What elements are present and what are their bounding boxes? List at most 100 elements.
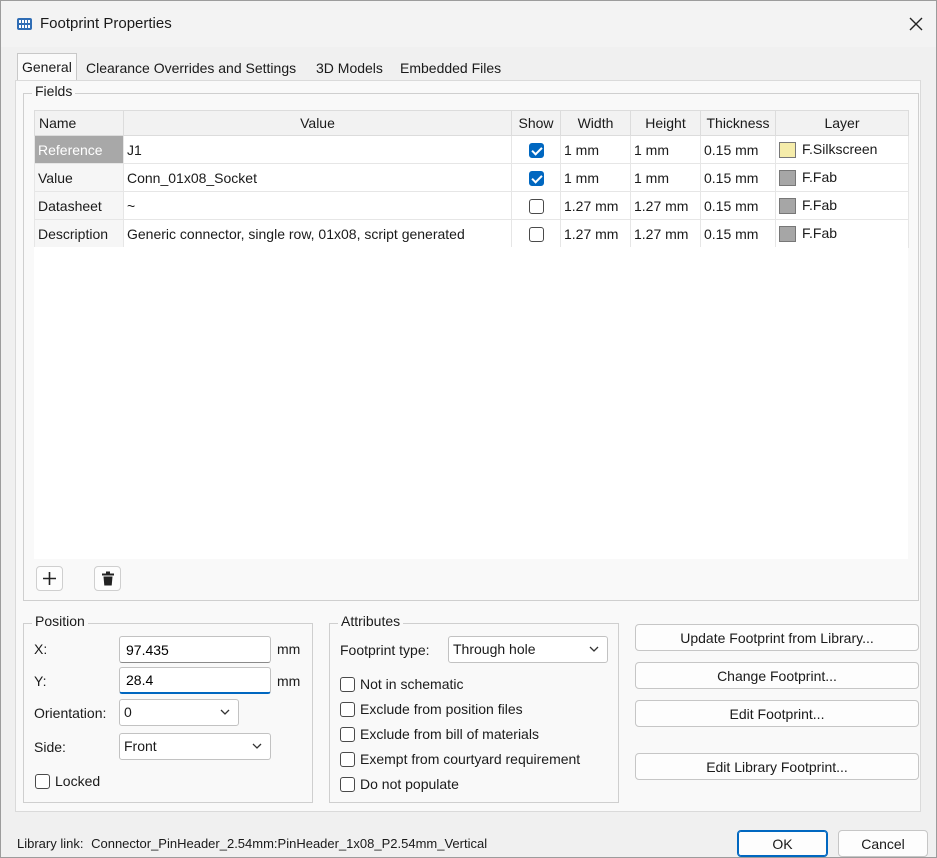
exclude-position-files-row[interactable]: Exclude from position files — [340, 701, 523, 717]
tab-3d-models[interactable]: 3D Models — [311, 55, 388, 81]
column-header-value[interactable]: Value — [123, 110, 512, 136]
row-height-cell[interactable]: 1.27 mm — [630, 219, 701, 248]
column-header-height[interactable]: Height — [630, 110, 701, 136]
orientation-combo[interactable]: 0 — [119, 699, 239, 726]
row-layer-cell[interactable]: F.Fab — [775, 191, 909, 220]
exclude-bom-checkbox[interactable] — [340, 726, 355, 742]
footprint-type-combo[interactable]: Through hole — [448, 636, 608, 663]
do-not-populate-row[interactable]: Do not populate — [340, 776, 459, 792]
row-thickness-cell[interactable]: 0.15 mm — [700, 135, 776, 164]
tab-general[interactable]: General — [17, 53, 77, 82]
exclude-position-files-checkbox[interactable] — [340, 701, 355, 717]
side-combo[interactable]: Front — [119, 733, 271, 760]
x-label: X: — [34, 641, 48, 657]
show-checkbox[interactable] — [528, 226, 544, 242]
not-in-schematic-checkbox[interactable] — [340, 676, 355, 692]
row-thickness-cell[interactable]: 0.15 mm — [700, 219, 776, 248]
row-show-cell[interactable] — [511, 191, 561, 220]
row-name-cell[interactable]: Reference — [34, 135, 124, 164]
tab-clearance-overrides[interactable]: Clearance Overrides and Settings — [81, 55, 301, 81]
locked-checkbox[interactable] — [35, 773, 50, 789]
row-show-cell[interactable] — [511, 135, 561, 164]
table-row[interactable]: Datasheet ~ 1.27 mm 1.27 mm 0.15 mm F.Fa… — [34, 191, 909, 220]
fields-table-header: Name Value Show Width Height Thickness L… — [34, 110, 909, 136]
exempt-courtyard-checkbox[interactable] — [340, 751, 355, 767]
column-header-show[interactable]: Show — [511, 110, 561, 136]
fields-table: Name Value Show Width Height Thickness L… — [34, 110, 909, 248]
show-checkbox[interactable] — [528, 142, 544, 158]
edit-library-footprint-button[interactable]: Edit Library Footprint... — [635, 753, 919, 780]
x-position-input[interactable] — [119, 636, 271, 663]
layer-name: F.Fab — [802, 224, 838, 241]
side-value: Front — [124, 738, 157, 754]
layer-name: F.Fab — [802, 196, 838, 213]
row-width-cell[interactable]: 1.27 mm — [560, 219, 631, 248]
layer-color-swatch — [779, 142, 796, 159]
column-header-layer[interactable]: Layer — [775, 110, 909, 136]
row-show-cell[interactable] — [511, 219, 561, 248]
row-thickness-cell[interactable]: 0.15 mm — [700, 163, 776, 192]
close-icon — [909, 17, 923, 31]
row-width-cell[interactable]: 1.27 mm — [560, 191, 631, 220]
show-checkbox[interactable] — [528, 170, 544, 186]
x-unit-label: mm — [277, 641, 301, 657]
orientation-label: Orientation: — [34, 705, 107, 721]
row-height-cell[interactable]: 1 mm — [630, 163, 701, 192]
show-checkbox[interactable] — [528, 198, 544, 214]
row-value-cell[interactable]: Generic connector, single row, 01x08, sc… — [123, 219, 512, 248]
window-title: Footprint Properties — [40, 15, 172, 32]
table-row[interactable]: Value Conn_01x08_Socket 1 mm 1 mm 0.15 m… — [34, 163, 909, 192]
layer-color-swatch — [779, 198, 796, 215]
do-not-populate-checkbox[interactable] — [340, 776, 355, 792]
exempt-courtyard-row[interactable]: Exempt from courtyard requirement — [340, 751, 580, 767]
close-button[interactable] — [898, 9, 934, 39]
row-value-cell[interactable]: J1 — [123, 135, 512, 164]
tab-embedded-files[interactable]: Embedded Files — [395, 55, 506, 81]
not-in-schematic-row[interactable]: Not in schematic — [340, 676, 463, 692]
row-height-cell[interactable]: 1.27 mm — [630, 191, 701, 220]
row-height-cell[interactable]: 1 mm — [630, 135, 701, 164]
column-header-width[interactable]: Width — [560, 110, 631, 136]
table-row[interactable]: Reference J1 1 mm 1 mm 0.15 mm F.Silkscr… — [34, 135, 909, 164]
footprint-type-value: Through hole — [453, 641, 536, 657]
row-name-cell[interactable]: Datasheet — [34, 191, 124, 220]
column-header-name[interactable]: Name — [34, 110, 124, 136]
locked-label: Locked — [55, 773, 101, 789]
row-value-cell[interactable]: Conn_01x08_Socket — [123, 163, 512, 192]
delete-field-button[interactable] — [94, 566, 121, 591]
row-layer-cell[interactable]: F.Fab — [775, 219, 909, 248]
locked-checkbox-row[interactable]: Locked — [35, 773, 100, 789]
ok-button[interactable]: OK — [737, 830, 828, 857]
orientation-value: 0 — [124, 704, 132, 720]
add-field-button[interactable] — [36, 566, 63, 591]
fields-table-empty-area[interactable] — [34, 247, 908, 559]
fields-legend: Fields — [32, 83, 76, 99]
row-width-cell[interactable]: 1 mm — [560, 163, 631, 192]
row-width-cell[interactable]: 1 mm — [560, 135, 631, 164]
change-footprint-button[interactable]: Change Footprint... — [635, 662, 919, 689]
row-name-cell[interactable]: Description — [34, 219, 124, 248]
table-row[interactable]: Description Generic connector, single ro… — [34, 219, 909, 248]
row-layer-cell[interactable]: F.Silkscreen — [775, 135, 909, 164]
chevron-down-icon — [252, 743, 262, 749]
not-in-schematic-label: Not in schematic — [360, 676, 464, 692]
y-position-input[interactable] — [119, 667, 271, 694]
title-bar: Footprint Properties — [1, 1, 936, 47]
footprint-properties-dialog: Footprint Properties General Clearance O… — [0, 0, 937, 858]
row-name-cell[interactable]: Value — [34, 163, 124, 192]
update-footprint-from-library-button[interactable]: Update Footprint from Library... — [635, 624, 919, 651]
cancel-button[interactable]: Cancel — [838, 830, 928, 857]
exclude-bom-row[interactable]: Exclude from bill of materials — [340, 726, 539, 742]
position-legend: Position — [32, 613, 88, 629]
row-value-cell[interactable]: ~ — [123, 191, 512, 220]
layer-name: F.Silkscreen — [802, 140, 878, 157]
row-thickness-cell[interactable]: 0.15 mm — [700, 191, 776, 220]
footprint-type-label: Footprint type: — [340, 642, 430, 658]
plus-icon — [43, 572, 56, 585]
edit-footprint-button[interactable]: Edit Footprint... — [635, 700, 919, 727]
row-layer-cell[interactable]: F.Fab — [775, 163, 909, 192]
row-show-cell[interactable] — [511, 163, 561, 192]
chevron-down-icon — [220, 709, 230, 715]
column-header-thickness[interactable]: Thickness — [700, 110, 776, 136]
library-link-label: Library link: — [17, 836, 84, 851]
